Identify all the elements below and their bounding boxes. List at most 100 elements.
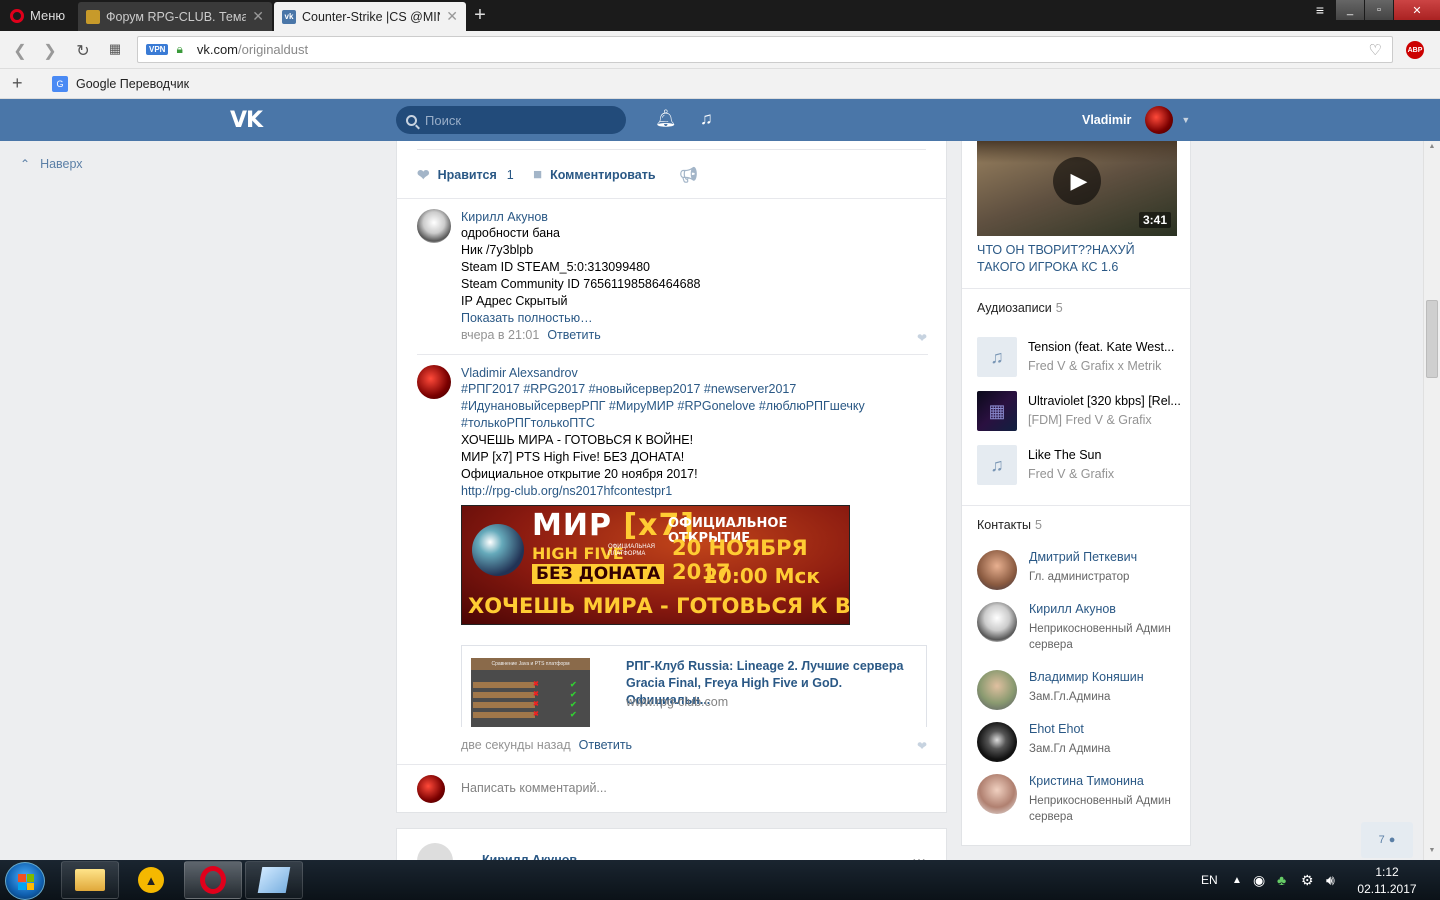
contact-name[interactable]: Ehot Ehot [1029,722,1084,736]
contact-name[interactable]: Кирилл Акунов [1029,602,1116,616]
taskbar-opera[interactable] [184,861,242,899]
taskbar-notepad[interactable] [245,861,303,899]
avatar[interactable] [977,670,1017,710]
tab-rpg-forum[interactable]: Форум RPG-CLUB. Тема: M ✕ [78,2,272,31]
search-input[interactable]: Поиск [396,106,626,134]
person-icon: ● [1388,834,1396,846]
comment-text-line: ХОЧЕШЬ МИРА - ГОТОВЬСЯ К ВОЙНЕ! [461,433,694,447]
scroll-down-arrow-icon[interactable]: ▼ [1424,847,1440,854]
minimize-button[interactable]: _ [1336,0,1364,20]
contact-name[interactable]: Владимир Коняшин [1029,670,1144,684]
audio-count: 5 [1055,301,1063,315]
scrollbar[interactable]: ▲ ▼ [1423,141,1440,860]
comment-like-icon[interactable]: ❤ [917,739,927,753]
show-more-link[interactable]: Показать полностью… [461,310,927,327]
reply-button[interactable]: Ответить [547,328,600,342]
comment-author[interactable]: Vladimir Alexsandrov [461,365,927,381]
steam-icon[interactable]: ⚙ [1301,860,1314,900]
avatar[interactable] [977,722,1017,762]
url-field[interactable]: VPN 🔒︎ vk.com/originaldust ♡ [137,36,1393,63]
bookmark-google-translate[interactable]: G Google Переводчик [52,75,189,92]
audio-item[interactable]: ▦ Ultraviolet [320 kbps] [Rel... [FDM] F… [977,391,1182,431]
language-indicator[interactable]: EN [1201,860,1218,900]
contact-name[interactable]: Дмитрий Петкевич [1029,550,1137,564]
close-tab-icon[interactable]: ✕ [252,8,264,25]
promo-banner-image[interactable]: МИР [x7] HIGH FIVE ОФИЦИАЛЬНАЯ ПЛАТФОРМА… [461,505,850,625]
avatar[interactable] [417,209,451,243]
reload-button[interactable]: ↻ [75,41,91,61]
forward-button[interactable]: ❯ [42,41,58,61]
scrollbar-thumb[interactable] [1426,300,1438,378]
add-bookmark-button[interactable]: + [12,73,28,94]
music-icon[interactable]: ♫ [700,109,713,129]
tab-menu-icon[interactable]: ≡ [1305,0,1335,20]
tab-vk[interactable]: vk Counter-Strike |CS @MINS ✕ [274,2,466,31]
scroll-to-top-button[interactable]: ⌃ Наверх [20,157,83,171]
music-note-icon[interactable]: ♫ [977,337,1017,377]
taskbar-aimp[interactable]: ▲ [122,861,180,899]
comment-time[interactable]: вчера в 21:01 [461,328,539,342]
comment-author[interactable]: Кирилл Акунов [461,209,927,225]
discord-icon[interactable]: ◉ [1253,860,1265,900]
video-title[interactable]: ЧТО ОН ТВОРИТ??НАХУЙ ТАКОГО ИГРОКА КС 1.… [977,242,1182,276]
system-clock[interactable]: 1:12 02.11.2017 [1354,864,1420,898]
audio-section-title[interactable]: Аудиозаписи 5 [977,301,1063,315]
album-cover-icon[interactable]: ▦ [977,391,1017,431]
start-button[interactable] [5,862,45,900]
comment-text-line: IP Адрес Скрытый [461,294,568,308]
comment-button[interactable]: ■ Комментировать [533,166,656,183]
comment-like-icon[interactable]: ❤ [917,331,927,345]
banner-slogan: ХОЧЕШЬ МИРА - ГОТОВЬСЯ К ВОЙНЕ [468,594,850,618]
audio-artist[interactable]: Fred V & Grafix [1028,467,1182,481]
hashtags-line[interactable]: #ИдунановыйсерверРПГ #МируМИР #RPGonelov… [461,398,927,415]
avatar[interactable] [977,774,1017,814]
like-button[interactable]: ❤ Нравится 1 [417,166,514,184]
notifications-bell-icon[interactable]: 🔔︎ [655,109,677,129]
comment-time[interactable]: две секунды назад [461,738,571,752]
tray-expand-icon[interactable]: ▲ [1232,860,1242,900]
hashtags-line[interactable]: #РПГ2017 #RPG2017 #новыйсервер2017 #news… [461,381,927,398]
contacts-title: Контакты [977,518,1031,532]
user-menu[interactable]: Vladimir ▼ [1082,99,1190,141]
music-note-icon[interactable]: ♫ [977,445,1017,485]
comment-text-line: МИР [x7] PTS High Five! БЕЗ ДОНАТА! [461,450,685,464]
close-tab-icon[interactable]: ✕ [446,8,458,25]
bookmark-heart-icon[interactable]: ♡ [1369,41,1382,59]
adblock-icon[interactable]: ABP [1406,41,1424,59]
back-button[interactable]: ❮ [12,41,28,61]
avatar[interactable] [977,602,1017,642]
comment-url-link[interactable]: http://rpg-club.org/ns2017hfcontestpr1 [461,483,927,500]
friends-online-button[interactable]: 7 ● [1361,822,1413,858]
forum-favicon-icon [86,9,100,24]
vpn-badge[interactable]: VPN [146,44,169,55]
link-preview-card[interactable]: Сравнение Java и PTS платформ ✖ ✖ ✖ ✖ ✔ … [461,645,927,727]
audio-item[interactable]: ♫ Like The Sun Fred V & Grafix [977,445,1182,485]
opera-menu-button[interactable]: Меню [0,0,76,31]
lock-icon[interactable]: 🔒︎ [176,42,182,57]
clock-time: 1:12 [1375,865,1399,879]
close-window-button[interactable]: ✕ [1394,0,1440,20]
speed-dial-icon[interactable]: ▦ [107,41,123,57]
contact-role: Зам.Гл.Админа [1029,691,1111,703]
contacts-section-title[interactable]: Контакты 5 [977,518,1042,532]
audio-item[interactable]: ♫ Tension (feat. Kate West... Fred V & G… [977,337,1182,377]
play-icon[interactable]: ▶ [1053,157,1101,205]
comment-input[interactable]: Написать комментарий... [461,781,607,795]
scroll-up-arrow-icon[interactable]: ▲ [1424,143,1440,150]
taskbar-explorer[interactable] [61,861,119,899]
new-tab-button[interactable]: + [470,4,490,27]
check-icon: ✔ [570,680,577,689]
clover-icon[interactable]: ♣ [1277,860,1286,900]
avatar[interactable] [977,550,1017,590]
audio-artist[interactable]: Fred V & Grafix x Metrik [1028,359,1182,373]
maximize-button[interactable]: ▫ [1365,0,1393,20]
video-thumbnail[interactable]: ▶ 3:41 [977,141,1177,236]
reply-button[interactable]: Ответить [579,738,632,752]
audio-artist[interactable]: [FDM] Fred V & Grafix [1028,413,1182,427]
hashtags-line[interactable]: #толькоРПГтолькоПТС [461,415,927,432]
avatar[interactable] [417,365,451,399]
share-button[interactable]: 📢︎ [679,166,706,184]
contact-name[interactable]: Кристина Тимонина [1029,774,1144,788]
volume-icon[interactable]: 🔊︎ [1326,860,1335,900]
vk-logo[interactable]: VK [230,108,263,133]
